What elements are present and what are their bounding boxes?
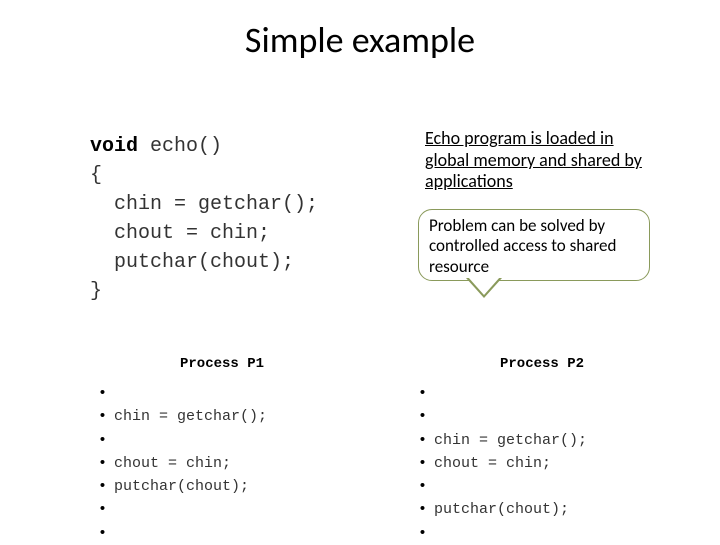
process2-list: chin = getchar(); chout = chin; putchar(… [418,382,587,545]
code-line-6: } [90,277,318,306]
list-item [98,429,267,452]
list-item: chout = chin; [98,452,267,475]
list-item: putchar(chout); [98,475,267,498]
list-item [418,522,587,545]
code-line-2: { [90,161,318,190]
list-item [98,498,267,521]
content-area: void echo() { chin = getchar(); chout = … [0,62,720,542]
list-item: chin = getchar(); [98,405,267,428]
list-item: putchar(chout); [418,498,587,521]
callout-solution: Problem can be solved by controlled acce… [418,209,650,281]
echo-code: void echo() { chin = getchar(); chout = … [90,132,318,306]
list-item [418,382,587,405]
annotation-shared-memory: Echo program is loaded in global memory … [425,128,655,193]
code-line-3: chin = getchar(); [90,190,318,219]
list-item [98,382,267,405]
process1-header: Process P1 [180,356,264,372]
list-item: chin = getchar(); [418,429,587,452]
code-line-5: putchar(chout); [90,248,318,277]
list-item [418,475,587,498]
slide-title: Simple example [0,0,720,62]
code-line-4: chout = chin; [90,219,318,248]
list-item [98,522,267,545]
callout-tail-inner [468,277,500,295]
code-line-1: void echo() [90,132,318,161]
process1-list: chin = getchar(); chout = chin; putchar(… [98,382,267,545]
process2-header: Process P2 [500,356,584,372]
callout-text: Problem can be solved by controlled acce… [429,215,616,277]
list-item: chout = chin; [418,452,587,475]
list-item [418,405,587,428]
